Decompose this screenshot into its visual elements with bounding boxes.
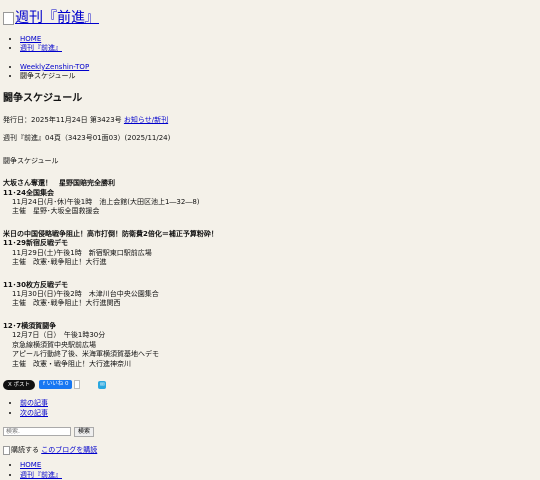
subscribe-link[interactable]: このブログを購読 <box>41 446 97 455</box>
event-detail: 12月7日（日） 午後1時30分 <box>12 331 106 340</box>
event-detail: アピール行動終了後、米海軍横須賀基地へデモ <box>12 350 159 359</box>
site-logo-link[interactable]: 週刊『前進』 <box>15 11 99 26</box>
event-name: 11･29新宿反戦デモ <box>3 239 68 248</box>
facebook-like-count <box>74 380 81 390</box>
event-detail: 11月29日(土)午後1時 新宿駅東口駅前広場 <box>12 248 152 257</box>
footer-link-home[interactable]: HOME <box>20 461 41 469</box>
breadcrumb-item-top: WeeklyZenshin-TOP <box>20 63 533 72</box>
nav-link-weekly[interactable]: 週刊『前進』 <box>20 44 62 52</box>
breadcrumb-current: 闘争スケジュール <box>20 72 533 81</box>
footer-nav-item-weekly: 週刊『前進』 <box>20 471 533 480</box>
breadcrumb: WeeklyZenshin-TOP 闘争スケジュール <box>3 63 533 82</box>
mail-icon[interactable]: ✉ <box>98 380 107 389</box>
nav-item-weekly: 週刊『前進』 <box>20 44 533 53</box>
feed-icon <box>3 446 10 456</box>
event-detail: 主催 改憲･戦争阻止！大行進関西 <box>12 299 121 308</box>
prev-article-link[interactable]: 前の記事 <box>20 399 48 407</box>
footer-nav: HOME 週刊『前進』 <box>3 461 533 480</box>
footer-nav-item-home: HOME <box>20 461 533 470</box>
broken-image-icon <box>3 12 14 25</box>
page-title: 闘争スケジュール <box>3 92 83 104</box>
facebook-like-button[interactable]: f いいね 0 <box>39 380 73 390</box>
pager-item-prev: 前の記事 <box>20 399 533 408</box>
event-name: 11･24全国集会 <box>3 188 54 197</box>
subscribe-row: 購読する このブログを購読 <box>3 445 533 456</box>
event-item: 米日の中国侵略戦争阻止！高市打倒！防衛費2倍化＝補正予算粉砕！ 11･29新宿反… <box>3 230 533 268</box>
search-input[interactable] <box>3 427 71 437</box>
next-article-link[interactable]: 次の記事 <box>20 409 48 417</box>
event-name: 11･30枚方反戦デモ <box>3 280 68 289</box>
x-post-button[interactable]: X ポスト <box>3 379 36 390</box>
site-logo: 週刊『前進』 <box>3 9 533 26</box>
event-name: 12･7横須賀闘争 <box>3 321 57 330</box>
article-meta: 発行日：2025年11月24日 第3423号 お知らせ/新刊 <box>3 116 533 125</box>
pager-item-next: 次の記事 <box>20 409 533 418</box>
event-detail: 主催 改憲･戦争阻止！大行進 <box>12 258 107 267</box>
event-detail: 主催 星野･大坂全国救援会 <box>12 207 100 216</box>
event-item: 大坂さん奪還！ 星野国賠完全勝利 11･24全国集会 11月24日(月･休)午後… <box>3 179 533 217</box>
breadcrumb-link-top[interactable]: WeeklyZenshin-TOP <box>20 63 89 71</box>
search-form: 検索 <box>3 426 533 437</box>
event-heading: 米日の中国侵略戦争阻止！高市打倒！防衛費2倍化＝補正予算粉砕！ <box>3 229 218 238</box>
page: 週刊『前進』 HOME 週刊『前進』 WeeklyZenshin-TOP 闘争ス… <box>3 0 533 480</box>
category-link[interactable]: お知らせ/新刊 <box>124 116 168 124</box>
section-heading: 闘争スケジュール <box>3 156 59 165</box>
nav-link-home[interactable]: HOME <box>20 35 41 43</box>
event-detail: 主催 改憲・戦争阻止！大行進神奈川 <box>12 359 131 368</box>
event-item: 12･7横須賀闘争 12月7日（日） 午後1時30分 京急線横須賀中央駅前広場 … <box>3 322 533 369</box>
share-bar: X ポスト f いいね 0 ✉ <box>3 379 533 390</box>
issue-line: 週刊『前進』04頁（3423号01面03）(2025/11/24) <box>3 134 171 143</box>
event-detail: 11月24日(月･休)午後1時 池上会館(大田区池上1―32―8) <box>12 197 200 206</box>
publish-date: 発行日：2025年11月24日 第3423号 <box>3 115 122 124</box>
event-heading: 大坂さん奪還！ 星野国賠完全勝利 <box>3 179 115 188</box>
article-pager: 前の記事 次の記事 <box>3 399 533 418</box>
nav-item-home: HOME <box>20 35 533 44</box>
footer-link-weekly[interactable]: 週刊『前進』 <box>20 471 62 479</box>
top-nav: HOME 週刊『前進』 <box>3 35 533 54</box>
event-list: 大坂さん奪還！ 星野国賠完全勝利 11･24全国集会 11月24日(月･休)午後… <box>3 179 533 369</box>
subscribe-label: 購読する <box>11 445 39 454</box>
event-detail: 京急線横須賀中央駅前広場 <box>12 340 96 349</box>
search-button[interactable]: 検索 <box>74 426 95 437</box>
event-item: 11･30枚方反戦デモ 11月30日(日)午後2時 木津川台中央公園集合 主催 … <box>3 281 533 309</box>
